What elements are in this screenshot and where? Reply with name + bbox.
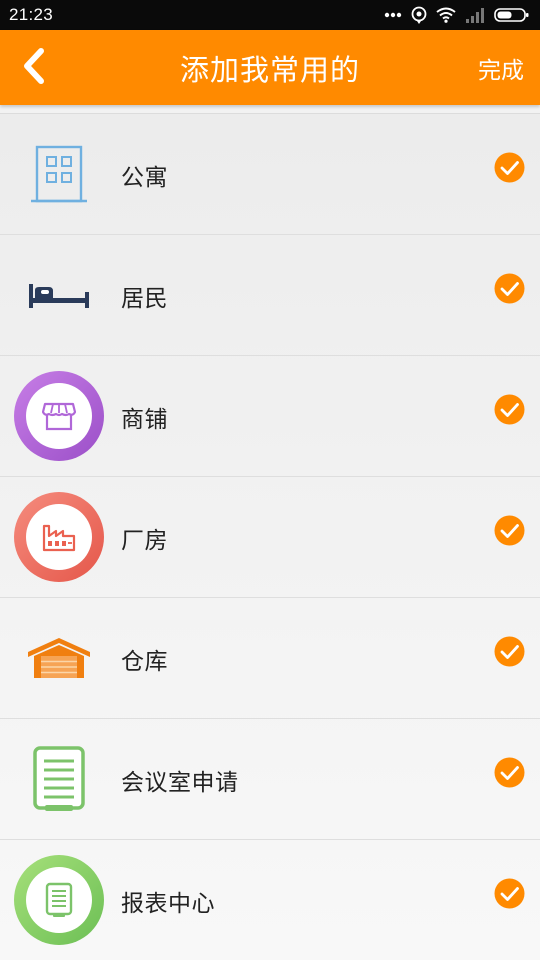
wifi-icon <box>436 7 456 23</box>
list-item-label: 厂房 <box>121 527 168 554</box>
factory-icon <box>14 492 104 582</box>
check-icon[interactable] <box>494 394 525 425</box>
status-bar: 21:23 <box>0 0 540 30</box>
list-item-resident[interactable]: 居民 <box>0 235 540 356</box>
status-icons <box>384 6 530 24</box>
warehouse-icon <box>14 613 104 703</box>
list-item-shop[interactable]: 商铺 <box>0 356 540 477</box>
list-item-apartment[interactable]: 公寓 <box>0 114 540 235</box>
list-item-report-center[interactable]: 报表中心 <box>0 840 540 960</box>
favorites-list: 公寓 居民 商铺 厂房 仓库 会议室申请 报表中心 <box>0 113 540 960</box>
back-button[interactable] <box>14 46 54 90</box>
apartment-building-icon <box>14 129 104 219</box>
list-item-label: 报表中心 <box>121 890 215 917</box>
check-icon[interactable] <box>494 636 525 667</box>
list-item-meeting-room[interactable]: 会议室申请 <box>0 719 540 840</box>
list-item-label: 公寓 <box>121 164 168 191</box>
page-title: 添加我常用的 <box>179 52 360 87</box>
list-item-label: 居民 <box>121 285 168 312</box>
check-icon[interactable] <box>494 152 525 183</box>
app-bar: 添加我常用的 完成 <box>0 30 540 105</box>
bed-icon <box>14 250 104 340</box>
shop-icon <box>14 371 104 461</box>
status-time: 21:23 <box>9 5 54 24</box>
list-item-factory[interactable]: 厂房 <box>0 477 540 598</box>
more-dots-icon <box>384 12 402 18</box>
report-icon <box>14 855 104 945</box>
signal-icon <box>465 7 485 23</box>
list-item-warehouse[interactable]: 仓库 <box>0 598 540 719</box>
battery-icon <box>494 7 530 23</box>
done-button[interactable]: 完成 <box>478 30 524 105</box>
list-item-label: 商铺 <box>121 406 168 433</box>
chevron-left-icon <box>21 48 47 88</box>
check-icon[interactable] <box>494 515 525 546</box>
check-icon[interactable] <box>494 273 525 304</box>
document-list-icon <box>14 734 104 824</box>
check-icon[interactable] <box>494 757 525 788</box>
list-item-label: 会议室申请 <box>121 769 239 796</box>
location-icon <box>411 6 427 24</box>
check-icon[interactable] <box>494 878 525 909</box>
list-item-label: 仓库 <box>121 648 168 675</box>
